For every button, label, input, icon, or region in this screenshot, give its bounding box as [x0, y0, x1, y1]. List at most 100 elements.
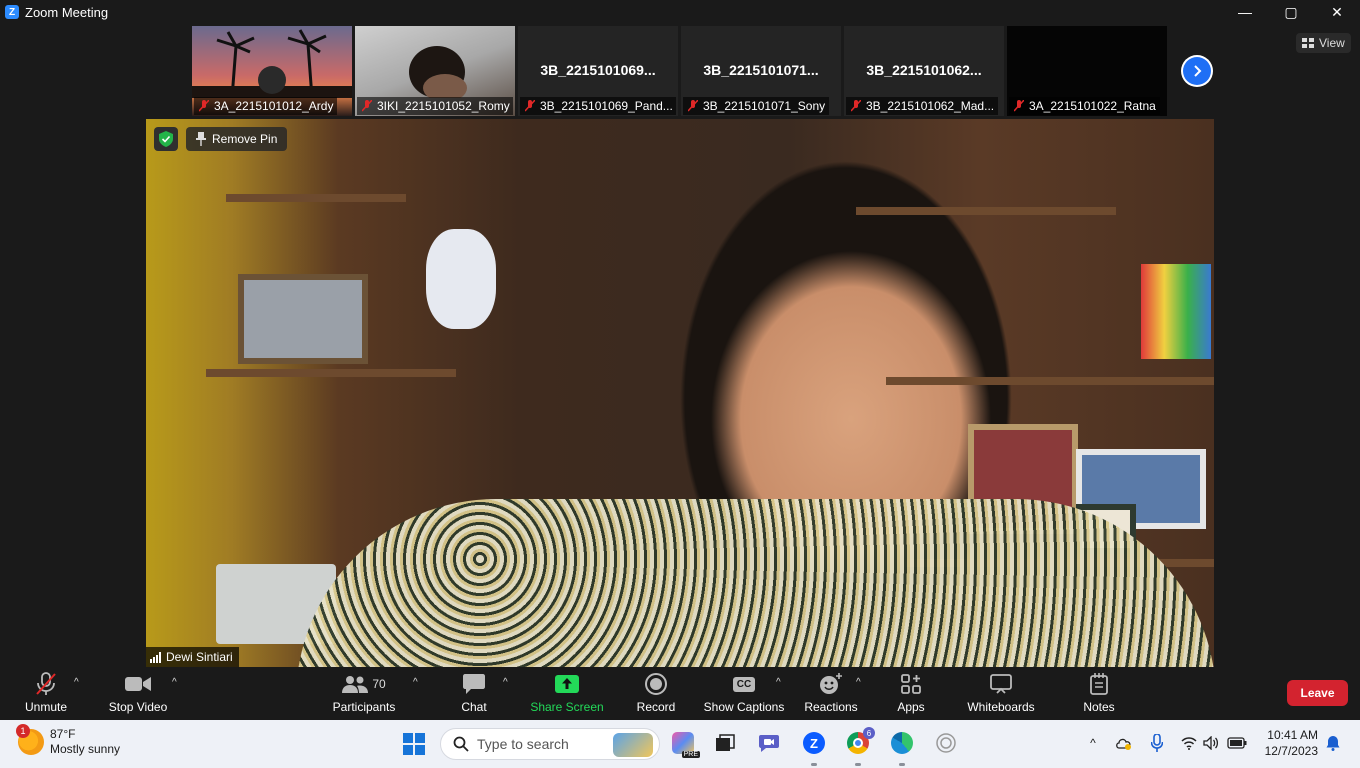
participant-strip: 3A_2215101012_Ardy 3IKI_2215101052_Romy …	[192, 26, 1170, 116]
participants-options-caret[interactable]: ^	[413, 677, 418, 688]
participant-video-image	[409, 46, 467, 98]
video-camera-icon	[125, 677, 151, 691]
edge-icon[interactable]	[889, 730, 915, 756]
participant-tile[interactable]: 3IKI_2215101052_Romy	[355, 26, 515, 116]
clock-date: 12/7/2023	[1264, 744, 1318, 758]
main-video[interactable]: Remove Pin Dewi Sintiari	[146, 119, 1214, 667]
view-button[interactable]: View	[1296, 33, 1351, 53]
chevron-up-icon[interactable]: ^	[1082, 732, 1104, 754]
participant-label: 3B_2215101069_Pand...	[520, 97, 676, 115]
grid-view-icon	[1302, 38, 1314, 48]
zoom-logo-icon: Z	[5, 5, 19, 19]
weather-widget[interactable]: 1 87°F Mostly sunny	[16, 724, 121, 757]
running-indicator	[855, 763, 861, 766]
stop-video-button[interactable]: Stop Video	[108, 671, 168, 714]
security-shield-button[interactable]	[154, 127, 178, 151]
video-options-caret[interactable]: ^	[172, 677, 177, 688]
wifi-icon[interactable]	[1178, 732, 1200, 754]
volume-icon[interactable]	[1200, 732, 1222, 754]
window-title: Zoom Meeting	[25, 4, 109, 20]
mic-muted-icon	[362, 100, 372, 112]
title-bar: Z Zoom Meeting — ▢ ✕	[0, 0, 1360, 24]
participants-label: Participants	[332, 700, 396, 714]
chat-button[interactable]: Chat	[460, 671, 488, 714]
share-screen-button[interactable]: Share Screen	[530, 671, 604, 714]
speaker-shirt	[296, 499, 1214, 667]
participant-name: 3A_2215101012_Ardy	[214, 99, 334, 113]
reactions-button[interactable]: Reactions	[804, 671, 858, 714]
windows-start-icon[interactable]	[403, 733, 425, 755]
running-indicator	[899, 763, 905, 766]
shelf	[206, 369, 456, 377]
record-button[interactable]: Record	[637, 671, 675, 714]
audio-options-caret[interactable]: ^	[74, 677, 79, 688]
chat-options-caret[interactable]: ^	[503, 677, 508, 688]
task-view-icon[interactable]	[712, 730, 738, 756]
weather-description: Mostly sunny	[50, 742, 121, 756]
participant-tile[interactable]: 3B_2215101069... 3B_2215101069_Pand...	[518, 26, 678, 116]
view-label: View	[1319, 36, 1345, 50]
minimize-button[interactable]: —	[1222, 0, 1268, 24]
notes-button[interactable]: Notes	[1082, 671, 1116, 714]
participant-label: 3IKI_2215101052_Romy	[357, 97, 513, 115]
participant-display-name: 3B_2215101062...	[866, 62, 982, 78]
photo-frame	[238, 274, 368, 364]
battery-icon[interactable]	[1226, 732, 1248, 754]
taskbar-search-box[interactable]: Type to search	[440, 728, 660, 760]
search-placeholder: Type to search	[477, 736, 569, 752]
remove-pin-button[interactable]: Remove Pin	[186, 127, 288, 151]
participant-name: 3B_2215101071_Sony	[703, 99, 826, 113]
shelf	[886, 377, 1214, 385]
palm-trees-image	[192, 29, 352, 98]
participant-tile[interactable]: 3A_2215101022_Ratna	[1007, 26, 1167, 116]
whiteboards-label: Whiteboards	[967, 700, 1035, 714]
clock-time: 10:41 AM	[1267, 728, 1318, 742]
participant-tile[interactable]: 3B_2215101071... 3B_2215101071_Sony	[681, 26, 841, 116]
apps-button[interactable]: Apps	[896, 671, 926, 714]
weather-tray-icon[interactable]	[1113, 732, 1135, 754]
apps-label: Apps	[897, 700, 925, 714]
microphone-icon[interactable]	[1146, 732, 1168, 754]
participant-label: 3A_2215101012_Ardy	[194, 97, 338, 115]
running-indicator	[811, 763, 817, 766]
system-clock[interactable]: 10:41 AM 12/7/2023	[1258, 727, 1318, 759]
chrome-icon[interactable]: 6	[845, 727, 875, 756]
zoom-app-icon[interactable]: Z	[801, 730, 827, 756]
maximize-button[interactable]: ▢	[1268, 0, 1314, 24]
record-icon	[645, 673, 667, 695]
shelf	[226, 194, 406, 202]
shelf	[856, 207, 1116, 215]
captions-options-caret[interactable]: ^	[776, 677, 781, 688]
show-captions-button[interactable]: CC Show Captions	[704, 671, 784, 714]
participant-name: 3IKI_2215101052_Romy	[377, 99, 510, 113]
participant-label: 3B_2215101062_Mad...	[846, 97, 999, 115]
whiteboards-button[interactable]: Whiteboards	[966, 671, 1036, 714]
app-icon[interactable]	[933, 730, 959, 756]
reactions-options-caret[interactable]: ^	[856, 677, 861, 688]
copilot-pre-app-icon[interactable]: PRE	[670, 730, 700, 758]
teams-chat-icon[interactable]	[756, 730, 782, 756]
speaker-name-tag: Dewi Sintiari	[146, 647, 239, 667]
share-screen-label: Share Screen	[530, 700, 604, 714]
leave-button[interactable]: Leave	[1287, 680, 1348, 706]
participants-icon	[342, 676, 369, 693]
whiteboard-icon	[990, 674, 1012, 694]
record-label: Record	[636, 700, 676, 714]
unmute-button[interactable]: Unmute	[24, 671, 68, 714]
notes-icon	[1090, 673, 1108, 695]
participants-button[interactable]: 70 Participants	[332, 671, 396, 714]
chat-bubble-icon	[463, 674, 485, 694]
next-page-button[interactable]	[1181, 55, 1213, 87]
participant-name: 3B_2215101069_Pand...	[540, 99, 673, 113]
participant-tile[interactable]: 3B_2215101062... 3B_2215101062_Mad...	[844, 26, 1004, 116]
mic-muted-icon	[688, 100, 698, 112]
participant-label: 3B_2215101071_Sony	[683, 97, 830, 115]
weather-temperature: 87°F	[50, 727, 76, 741]
participants-count: 70	[372, 677, 386, 691]
notification-bell-icon[interactable]	[1322, 732, 1344, 754]
book-spines	[1141, 264, 1211, 359]
windows-taskbar: 1 87°F Mostly sunny Type to search PRE Z…	[0, 720, 1360, 768]
close-button[interactable]: ✕	[1314, 0, 1360, 24]
participant-tile[interactable]: 3A_2215101012_Ardy	[192, 26, 352, 116]
participant-name: 3B_2215101062_Mad...	[866, 99, 995, 113]
